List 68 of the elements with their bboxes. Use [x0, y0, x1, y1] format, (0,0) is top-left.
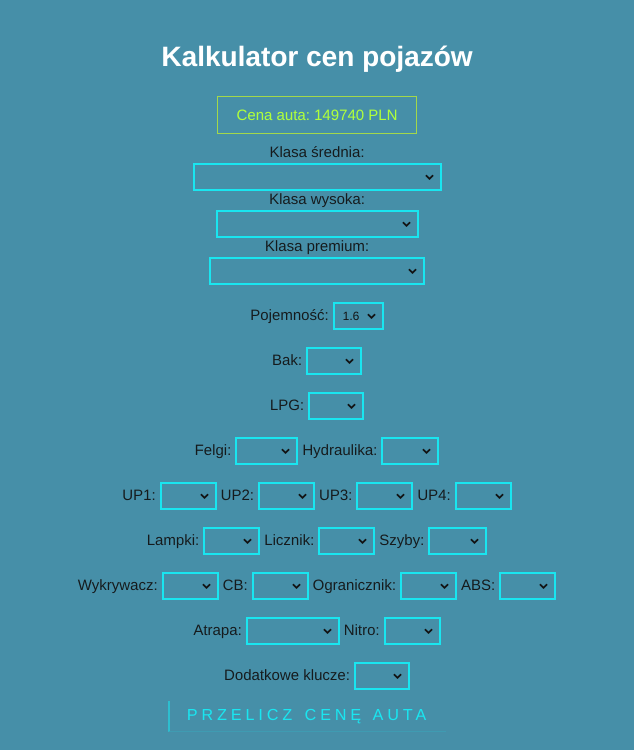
- price-display: Cena auta: 149740 PLN: [216, 96, 418, 134]
- caret-icon: [281, 448, 290, 454]
- field-label: UP1:: [122, 487, 156, 505]
- caret-icon: [347, 403, 356, 409]
- caret-icon: [424, 174, 434, 180]
- caret-icon: [396, 493, 406, 499]
- dropdown-field[interactable]: [209, 257, 425, 285]
- caret-icon: [345, 358, 354, 364]
- dropdown-field[interactable]: [258, 482, 315, 510]
- dropdown-field[interactable]: [306, 347, 362, 375]
- dropdown-field[interactable]: [318, 527, 376, 555]
- dropdown-field[interactable]: 1.6: [332, 302, 384, 330]
- dropdown-field[interactable]: [246, 617, 340, 645]
- dropdown-field[interactable]: [203, 527, 260, 555]
- field-label: Ogranicznik:: [312, 577, 396, 595]
- field-label: Felgi:: [194, 442, 232, 460]
- dropdown-field[interactable]: [235, 437, 298, 465]
- field-label: UP2:: [220, 487, 254, 505]
- dropdown-field[interactable]: [381, 437, 440, 465]
- dropdown-field[interactable]: [384, 617, 441, 645]
- caret-icon: [408, 268, 417, 274]
- field-label: Hydraulika:: [302, 442, 378, 460]
- caret-icon: [392, 673, 402, 679]
- caret-icon: [494, 493, 504, 499]
- caret-icon: [322, 628, 332, 634]
- field-label: Atrapa:: [193, 622, 242, 640]
- dropdown-field[interactable]: [354, 662, 410, 690]
- caret-icon: [424, 628, 433, 634]
- field-label: Klasa średnia:: [269, 144, 365, 162]
- field-label: CB:: [222, 577, 248, 595]
- caret-icon: [470, 538, 480, 544]
- caret-icon: [440, 583, 450, 589]
- dropdown-field[interactable]: [428, 527, 488, 555]
- caret-icon: [292, 583, 301, 589]
- field-label: UP4:: [417, 487, 451, 505]
- field-label: Wykrywacz:: [78, 577, 158, 595]
- field-label: Klasa premium:: [264, 238, 370, 256]
- dropdown-field[interactable]: [454, 482, 512, 510]
- dropdown-field[interactable]: [162, 572, 219, 600]
- dropdown-field[interactable]: [252, 572, 309, 600]
- caret-icon: [422, 448, 432, 454]
- field-label: Bak:: [272, 352, 302, 370]
- field-label: Pojemność:: [250, 307, 329, 325]
- caret-icon: [200, 493, 209, 499]
- field-label: LPG:: [270, 397, 304, 415]
- dropdown-field[interactable]: [216, 210, 418, 238]
- dropdown-field[interactable]: [160, 482, 217, 510]
- caret-icon: [366, 313, 376, 319]
- field-label: Lampki:: [146, 532, 200, 550]
- caret-icon: [358, 538, 368, 544]
- field-label: Klasa wysoka:: [269, 191, 365, 209]
- field-label: Dodatkowe klucze:: [224, 667, 350, 685]
- page-title: Kalkulator cen pojazów: [161, 40, 473, 74]
- field-label: Licznik:: [264, 532, 314, 550]
- field-label: UP3:: [318, 487, 352, 505]
- field-label: ABS:: [461, 577, 496, 595]
- dropdown-field[interactable]: [400, 572, 458, 600]
- caret-icon: [202, 583, 211, 589]
- dropdown-field[interactable]: [192, 163, 442, 191]
- caret-icon: [402, 221, 410, 227]
- field-label: Szyby:: [379, 532, 424, 550]
- dropdown-field[interactable]: [356, 482, 414, 510]
- field-label: Nitro:: [344, 622, 380, 640]
- dropdown-field[interactable]: [499, 572, 556, 600]
- caret-icon: [243, 538, 252, 544]
- caret-icon: [298, 493, 307, 499]
- dropdown-field[interactable]: [308, 392, 364, 420]
- caret-icon: [539, 583, 548, 589]
